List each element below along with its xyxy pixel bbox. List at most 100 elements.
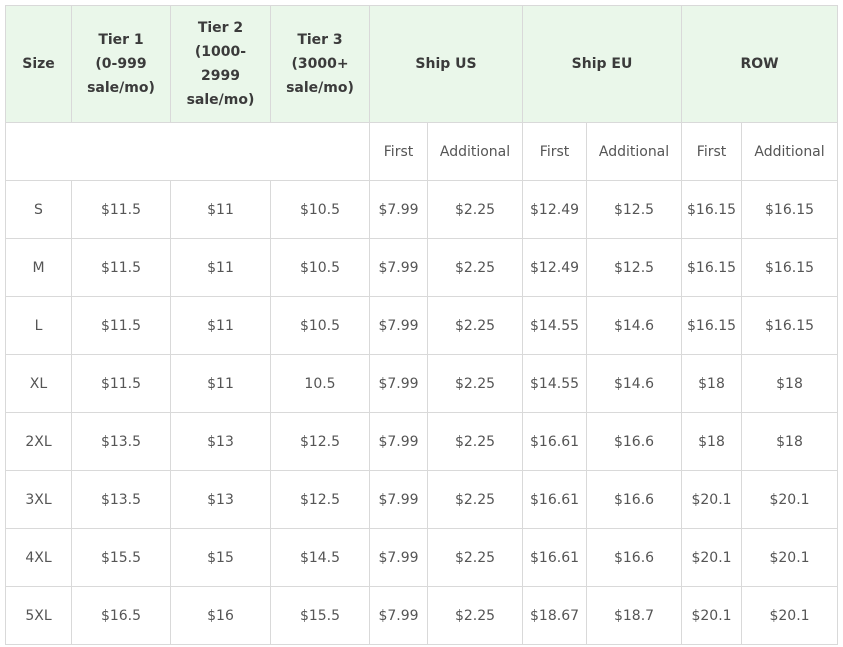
cell-row-additional: $20.1 <box>741 528 839 587</box>
cell-eu-first: $12.49 <box>522 238 588 297</box>
table-row: XL $11.5 $11 10.5 $7.99 $2.25 $14.55 $14.6 $18 $1… <box>5 354 839 413</box>
cell-us-first: $7.99 <box>369 180 428 239</box>
cell-tier1: $13.5 <box>71 412 171 471</box>
cell-row-first: $16.15 <box>681 180 743 239</box>
cell-size: 4XL <box>5 528 72 587</box>
header-tier3: Tier 3 (3000+ sale/mo) <box>270 5 370 123</box>
cell-us-first: $7.99 <box>369 470 428 529</box>
cell-eu-additional: $12.5 <box>586 180 683 239</box>
cell-eu-first: $16.61 <box>522 470 588 529</box>
cell-us-additional: $2.25 <box>426 180 524 239</box>
header-ship-us-label: Ship US <box>415 56 477 72</box>
header-ship-eu-label: Ship EU <box>571 56 633 72</box>
cell-eu-additional: $18.7 <box>586 586 683 645</box>
header-tier3-line: Tier 3 <box>297 32 343 48</box>
table-row: S $11.5 $11 $10.5 $7.99 $2.25 $12.49 $12.5 $16.1… <box>5 180 839 239</box>
cell-tier3: $15.5 <box>270 586 370 645</box>
table-row: 2XL $13.5 $13 $12.5 $7.99 $2.25 $16.61 $16.6 $18… <box>5 412 839 471</box>
cell-us-additional: $2.25 <box>426 296 524 355</box>
cell-tier3: $12.5 <box>270 412 370 471</box>
cell-eu-additional: $12.5 <box>586 238 683 297</box>
cell-us-additional: $2.25 <box>426 528 524 587</box>
cell-eu-first: $14.55 <box>522 354 588 413</box>
cell-tier1: $15.5 <box>71 528 171 587</box>
cell-us-additional: $2.25 <box>426 586 524 645</box>
cell-size: 2XL <box>5 412 72 471</box>
cell-eu-first: $16.61 <box>522 412 588 471</box>
cell-tier3: 10.5 <box>270 354 370 413</box>
cell-tier2: $11 <box>170 238 271 297</box>
cell-row-first: $20.1 <box>681 470 743 529</box>
header-tier3-line: (3000+ <box>291 56 349 72</box>
header-tier1-line: Tier 1 <box>98 32 144 48</box>
cell-us-first: $7.99 <box>369 586 428 645</box>
cell-tier3: $10.5 <box>270 238 370 297</box>
cell-eu-first: $16.61 <box>522 528 588 587</box>
table-row: 3XL $13.5 $13 $12.5 $7.99 $2.25 $16.61 $16.6 $20… <box>5 470 839 529</box>
cell-eu-additional: $16.6 <box>586 528 683 587</box>
header-tier2-line: 2999 <box>201 68 240 84</box>
cell-eu-first: $12.49 <box>522 180 588 239</box>
cell-tier3: $10.5 <box>270 180 370 239</box>
pricing-table: Size Tier 1 (0-999 sale/mo) Tier 2 (1000… <box>5 5 839 645</box>
cell-tier1: $11.5 <box>71 180 171 239</box>
cell-eu-additional: $16.6 <box>586 412 683 471</box>
cell-row-additional: $16.15 <box>741 296 839 355</box>
cell-eu-first: $18.67 <box>522 586 588 645</box>
cell-us-first: $7.99 <box>369 354 428 413</box>
cell-tier1: $11.5 <box>71 238 171 297</box>
cell-size: M <box>5 238 72 297</box>
cell-row-first: $18 <box>681 354 743 413</box>
sub-header-row-additional: Additional <box>741 122 839 181</box>
header-tier2-line: sale/mo) <box>186 92 255 108</box>
cell-eu-first: $14.55 <box>522 296 588 355</box>
cell-us-additional: $2.25 <box>426 354 524 413</box>
cell-tier1: $11.5 <box>71 354 171 413</box>
cell-tier3: $10.5 <box>270 296 370 355</box>
table-row: 5XL $16.5 $16 $15.5 $7.99 $2.25 $18.67 $18.7 $20… <box>5 586 839 645</box>
cell-us-first: $7.99 <box>369 296 428 355</box>
cell-tier2: $13 <box>170 412 271 471</box>
header-tier3-line: sale/mo) <box>286 80 354 96</box>
table-row: M $11.5 $11 $10.5 $7.99 $2.25 $12.49 $12.5 $16.1… <box>5 238 839 297</box>
cell-row-additional: $16.15 <box>741 238 839 297</box>
cell-tier1: $16.5 <box>71 586 171 645</box>
sub-header-row: First Additional First Additional First … <box>5 122 839 181</box>
table-header-row: Size Tier 1 (0-999 sale/mo) Tier 2 (1000… <box>5 5 839 123</box>
sub-header-empty <box>5 122 370 181</box>
cell-size: L <box>5 296 72 355</box>
table-row: 4XL $15.5 $15 $14.5 $7.99 $2.25 $16.61 $16.6 $20… <box>5 528 839 587</box>
cell-us-first: $7.99 <box>369 528 428 587</box>
header-tier2-line: (1000- <box>194 44 247 60</box>
cell-us-additional: $2.25 <box>426 470 524 529</box>
cell-tier3: $14.5 <box>270 528 370 587</box>
header-ship-eu: Ship EU <box>522 5 683 123</box>
cell-row-first: $18 <box>681 412 743 471</box>
cell-eu-additional: $14.6 <box>586 354 683 413</box>
cell-row-additional: $20.1 <box>741 470 839 529</box>
cell-eu-additional: $16.6 <box>586 470 683 529</box>
cell-size: 3XL <box>5 470 72 529</box>
cell-row-first: $20.1 <box>681 528 743 587</box>
cell-size: XL <box>5 354 72 413</box>
cell-row-additional: $20.1 <box>741 586 839 645</box>
header-tier2: Tier 2 (1000- 2999 sale/mo) <box>170 5 271 123</box>
cell-row-first: $16.15 <box>681 296 743 355</box>
table-row: L $11.5 $11 $10.5 $7.99 $2.25 $14.55 $14.6 $16.1… <box>5 296 839 355</box>
sub-header-eu-additional: Additional <box>586 122 683 181</box>
cell-size: 5XL <box>5 586 72 645</box>
sub-header-eu-first: First <box>522 122 588 181</box>
header-tier1-line: (0-999 <box>95 56 147 72</box>
header-tier1-line: sale/mo) <box>87 80 155 96</box>
cell-us-additional: $2.25 <box>426 412 524 471</box>
cell-us-first: $7.99 <box>369 412 428 471</box>
sub-header-row-first: First <box>681 122 743 181</box>
cell-tier1: $13.5 <box>71 470 171 529</box>
cell-row-first: $16.15 <box>681 238 743 297</box>
sub-header-us-first: First <box>369 122 428 181</box>
cell-tier2: $15 <box>170 528 271 587</box>
cell-row-additional: $16.15 <box>741 180 839 239</box>
cell-row-additional: $18 <box>741 354 839 413</box>
cell-us-first: $7.99 <box>369 238 428 297</box>
cell-eu-additional: $14.6 <box>586 296 683 355</box>
